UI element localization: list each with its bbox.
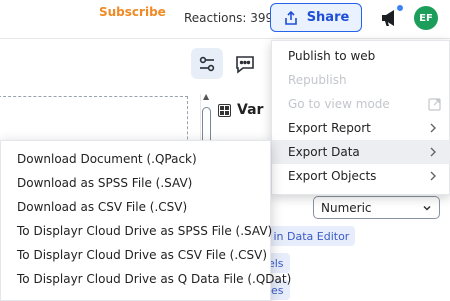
menu-item-go-to-view-mode: Go to view mode <box>272 92 450 116</box>
external-link-icon <box>428 98 441 111</box>
chevron-right-icon <box>430 171 436 181</box>
share-button[interactable]: Share <box>270 3 362 32</box>
share-label: Share <box>306 10 350 25</box>
menu-item-label: Republish <box>288 73 347 87</box>
menu-item-label: Export Data <box>288 145 360 159</box>
submenu-item-download-csv[interactable]: Download as CSV File (.CSV) <box>1 195 272 219</box>
subscribe-link[interactable]: Subscribe <box>99 5 166 19</box>
notification-dot <box>396 4 404 12</box>
share-menu: Publish to web Republish Go to view mode… <box>271 40 450 195</box>
menu-item-publish-to-web[interactable]: Publish to web <box>272 44 450 68</box>
type-select-value: Numeric <box>321 200 372 215</box>
top-bar: Subscribe Reactions: 399 Share EF <box>0 0 450 38</box>
submenu-item-download-qpack[interactable]: Download Document (.QPack) <box>1 147 272 171</box>
menu-item-label: Go to view mode <box>288 97 390 111</box>
tab-variables[interactable]: Var <box>218 93 263 127</box>
menu-item-label: Publish to web <box>288 49 376 63</box>
avatar[interactable]: EF <box>414 6 438 30</box>
scroll-up-icon[interactable]: ▲ <box>203 92 209 101</box>
submenu-item-download-sav[interactable]: Download as SPSS File (.SAV) <box>1 171 272 195</box>
export-data-submenu: Download Document (.QPack) Download as S… <box>0 140 291 301</box>
menu-item-export-report[interactable]: Export Report <box>272 116 450 140</box>
sliders-icon <box>199 56 215 71</box>
comment-icon <box>236 55 254 74</box>
share-icon <box>284 10 297 25</box>
header-divider <box>0 38 450 39</box>
submenu-item-cloud-sav[interactable]: To Displayr Cloud Drive as SPSS File (.S… <box>1 219 272 243</box>
reactions-count: Reactions: 399 <box>184 11 274 25</box>
grid-icon <box>218 103 231 117</box>
menu-item-label: Export Report <box>288 121 371 135</box>
submenu-item-cloud-csv[interactable]: To Displayr Cloud Drive as CSV File (.CS… <box>1 243 272 267</box>
chevron-down-icon <box>423 205 431 211</box>
menu-item-export-objects[interactable]: Export Objects <box>272 164 450 188</box>
menu-item-label: Export Objects <box>288 169 377 183</box>
comment-button[interactable] <box>230 48 260 79</box>
menu-item-export-data[interactable]: Export Data <box>272 140 450 164</box>
menu-item-republish: Republish <box>272 68 450 92</box>
chevron-right-icon <box>430 123 436 133</box>
sliders-button[interactable] <box>191 48 223 79</box>
chevron-right-icon <box>430 147 436 157</box>
type-select[interactable]: Numeric <box>313 196 440 219</box>
submenu-item-cloud-qdat[interactable]: To Displayr Cloud Drive as Q Data File (… <box>1 267 291 291</box>
tab-variables-label: Var <box>237 102 264 118</box>
